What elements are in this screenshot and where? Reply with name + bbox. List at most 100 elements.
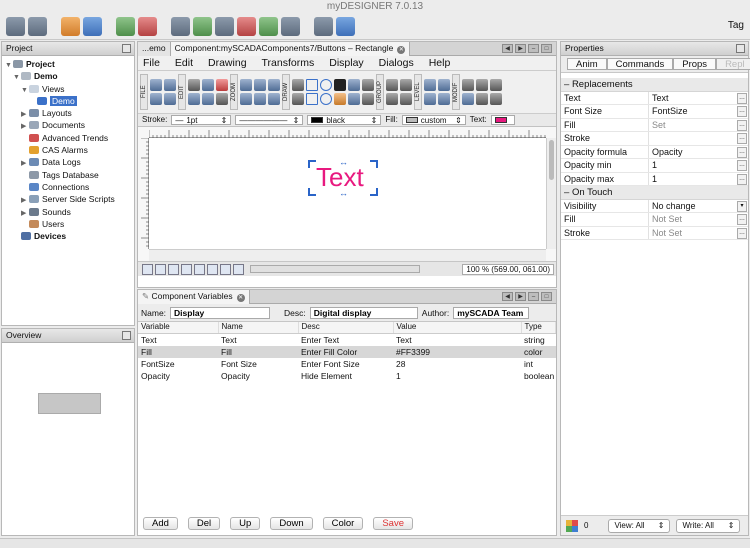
view-filter-select[interactable]: View: All ⇕ (608, 518, 671, 533)
property-row[interactable]: Opacity min 1… (561, 159, 748, 173)
cell-value[interactable]: Text (393, 333, 521, 346)
stroke-width-select[interactable]: — 1pt ⇕ (171, 115, 232, 125)
redo-icon[interactable] (164, 79, 176, 91)
tree-item-server-side-scripts[interactable]: ▶ Server Side Scripts (5, 193, 134, 205)
cell-name[interactable]: Text (218, 333, 298, 346)
name-field[interactable] (170, 306, 271, 319)
download-icon[interactable] (281, 17, 300, 36)
property-row[interactable]: Font Size FontSize… (561, 105, 748, 119)
menu-transforms[interactable]: Transforms (262, 56, 315, 70)
rectangle-icon[interactable] (306, 79, 318, 91)
next-icon[interactable]: ▶ (515, 44, 526, 53)
node-icon[interactable] (362, 79, 374, 91)
edit-button[interactable]: … (737, 119, 747, 131)
combine-icon[interactable] (386, 93, 398, 105)
zoom-fit-icon[interactable] (268, 79, 280, 91)
cell-name[interactable]: Fill (218, 345, 298, 358)
table-row[interactable]: Text Text Enter Text Text string (138, 333, 556, 346)
guides-icon[interactable] (168, 263, 179, 275)
tree-item-demo[interactable]: ▼ Demo (5, 70, 134, 82)
author-field[interactable] (453, 306, 530, 319)
raise-icon[interactable] (438, 79, 450, 91)
tree-item-documents[interactable]: ▶ Documents (5, 119, 134, 131)
cut-icon[interactable] (188, 79, 200, 91)
panel-maximize-icon[interactable] (122, 331, 131, 340)
save-icon[interactable] (6, 17, 25, 36)
cell-variable[interactable]: FontSize (138, 358, 218, 370)
property-row[interactable]: Opacity formula Opacity… (561, 145, 748, 159)
cell-type[interactable]: boolean (521, 370, 556, 382)
clone-icon[interactable] (216, 93, 228, 105)
edit-button[interactable]: … (737, 227, 747, 239)
components-icon[interactable] (566, 519, 578, 532)
cell-value[interactable]: 1 (393, 370, 521, 382)
del-button[interactable]: Del (187, 516, 221, 530)
zoom-selection-icon[interactable] (240, 93, 252, 105)
canvas-vertical-scrollbar[interactable] (546, 138, 556, 249)
table-row[interactable]: Fill Fill Enter Fill Color #FF3399 color (138, 345, 556, 358)
image-icon[interactable] (334, 93, 346, 105)
group-icon[interactable] (386, 79, 398, 91)
redo-icon[interactable] (83, 17, 102, 36)
preview-icon[interactable] (336, 17, 355, 36)
pattern-icon[interactable] (362, 93, 374, 105)
property-row[interactable]: Stroke Not Set… (561, 226, 748, 240)
close-icon[interactable]: ✕ (397, 46, 406, 54)
property-row[interactable]: Visibility No change ▾ (561, 199, 748, 213)
cell-desc[interactable]: Hide Element (298, 370, 393, 382)
menu-dialogs[interactable]: Dialogs (379, 56, 414, 70)
ellipse-icon[interactable] (320, 93, 332, 105)
tree-item-sounds[interactable]: ▶ Sounds (5, 206, 134, 218)
tree-item-advanced-trends[interactable]: Advanced Trends (5, 132, 134, 144)
rotate-icon[interactable] (490, 79, 502, 91)
device-icon[interactable] (171, 17, 190, 36)
save-button[interactable]: Save (373, 516, 413, 530)
panel-maximize-icon[interactable] (122, 44, 131, 53)
resize-handle-bottom[interactable]: ↔ (339, 189, 348, 198)
send-back-icon[interactable] (438, 93, 450, 105)
tree-item-cas-alarms[interactable]: CAS Alarms (5, 144, 134, 156)
gradient-icon[interactable] (348, 93, 360, 105)
canvas-scroll-track[interactable] (250, 265, 420, 273)
property-row[interactable]: Text Text… (561, 91, 748, 105)
paste-icon[interactable] (188, 93, 200, 105)
menu-edit[interactable]: Edit (175, 56, 193, 70)
resize-handle-top[interactable]: ↔ (339, 158, 348, 167)
cell-type[interactable]: int (521, 358, 556, 370)
tree-item-devices[interactable]: Devices (5, 230, 134, 242)
tree-item-project[interactable]: ▼ Project (5, 58, 134, 70)
close-icon[interactable]: ✕ (236, 294, 245, 302)
desc-field[interactable] (309, 306, 418, 319)
prev-icon[interactable]: ◀ (502, 44, 513, 53)
section-on-touch[interactable]: – On Touch (561, 186, 748, 200)
copy-icon[interactable] (202, 79, 214, 91)
zoom-in-icon[interactable] (240, 79, 252, 91)
pen-icon[interactable] (348, 79, 360, 91)
save-all-icon[interactable] (28, 17, 47, 36)
grid-snap-icon[interactable] (155, 263, 166, 275)
cell-variable[interactable]: Fill (138, 345, 218, 358)
cell-value[interactable]: #FF3399 (393, 345, 521, 358)
overview-viewport[interactable] (38, 393, 101, 414)
down-button[interactable]: Down (270, 516, 313, 530)
tree-item-layouts[interactable]: ▶ Layouts (5, 107, 134, 119)
bring-front-icon[interactable] (424, 79, 436, 91)
cell-desc[interactable]: Enter Fill Color (298, 345, 393, 358)
edit-button[interactable]: … (737, 214, 747, 225)
angle-icon[interactable] (220, 263, 231, 275)
table-row[interactable]: FontSize Font Size Enter Font Size 28 in… (138, 358, 556, 370)
menu-drawing[interactable]: Drawing (208, 56, 247, 70)
circle-icon[interactable] (320, 79, 332, 91)
skew-icon[interactable] (490, 93, 502, 105)
tab-repl[interactable]: Repl (716, 58, 750, 70)
page-border-icon[interactable] (194, 263, 205, 275)
edit-button[interactable]: … (737, 160, 747, 171)
delete-icon[interactable] (216, 79, 228, 91)
column-header-name[interactable]: Name (218, 322, 299, 334)
tree-item-data-logs[interactable]: ▶ Data Logs (5, 156, 134, 168)
edit-button[interactable]: … (737, 146, 747, 158)
zoom-page-icon[interactable] (254, 93, 266, 105)
text-color-select[interactable] (490, 115, 515, 125)
lower-icon[interactable] (424, 93, 436, 105)
duplicate-icon[interactable] (202, 93, 214, 105)
